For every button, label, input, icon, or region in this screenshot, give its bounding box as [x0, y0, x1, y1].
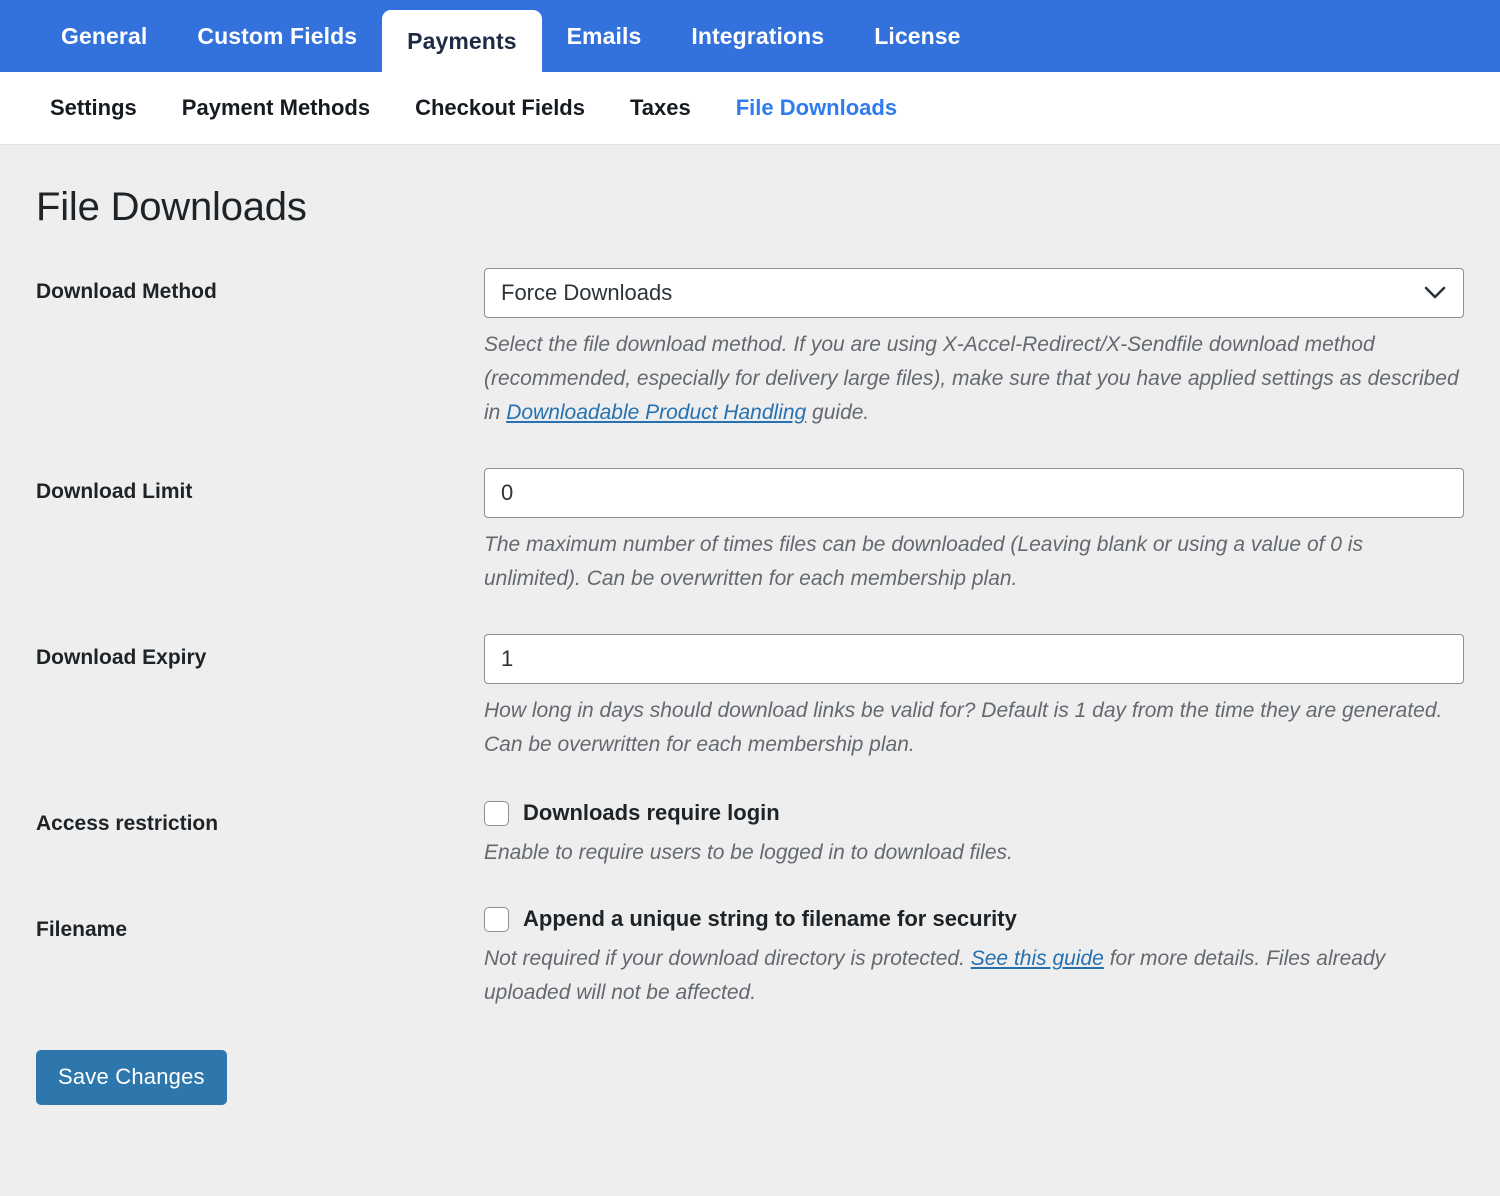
field-cell-download-method: Force Downloads Select the file download… [484, 268, 1464, 468]
link-see-this-guide[interactable]: See this guide [971, 947, 1104, 970]
label-filename: Filename [36, 918, 128, 942]
link-downloadable-product-handling[interactable]: Downloadable Product Handling [506, 401, 806, 424]
secondary-nav-bar: Settings Payment Methods Checkout Fields… [0, 72, 1500, 145]
row-download-expiry: Download Expiry 1 How long in days shoul… [36, 634, 1464, 800]
downloads-require-login-label[interactable]: Downloads require login [523, 800, 780, 826]
desc-filename-part1: Not required if your download directory … [484, 947, 971, 971]
label-cell-download-limit: Download Limit [36, 468, 484, 634]
subnav-item-settings[interactable]: Settings [50, 95, 137, 121]
tab-general[interactable]: General [36, 0, 172, 72]
desc-filename: Not required if your download directory … [484, 942, 1464, 1010]
download-expiry-input[interactable]: 1 [484, 634, 1464, 685]
label-download-method: Download Method [36, 280, 217, 303]
label-access-restriction: Access restriction [36, 812, 219, 836]
desc-download-limit: The maximum number of times files can be… [484, 533, 1363, 591]
label-download-expiry: Download Expiry [36, 646, 207, 670]
desc-download-expiry: How long in days should download links b… [484, 699, 1443, 757]
page-title: File Downloads [36, 185, 307, 229]
label-cell-download-expiry: Download Expiry [36, 634, 484, 800]
subnav-item-file-downloads[interactable]: File Downloads [736, 95, 897, 121]
row-filename: Filename Append a unique string to filen… [36, 906, 1464, 1046]
save-changes-button[interactable]: Save Changes [36, 1050, 227, 1106]
subnav-item-payment-methods[interactable]: Payment Methods [182, 95, 370, 121]
settings-content-area: File Downloads Download Method Force Dow… [0, 145, 1500, 1195]
field-cell-access-restriction: Downloads require login Enable to requir… [484, 800, 1464, 906]
downloads-require-login-row: Downloads require login [484, 800, 1464, 826]
downloads-require-login-checkbox[interactable] [484, 800, 509, 826]
field-cell-filename: Append a unique string to filename for s… [484, 906, 1464, 1046]
tab-emails[interactable]: Emails [542, 0, 667, 72]
desc-download-method-part2: guide. [806, 401, 870, 425]
label-cell-download-method: Download Method [36, 268, 484, 468]
row-download-method: Download Method Force Downloads Select t… [36, 268, 1464, 468]
file-downloads-settings-table: Download Method Force Downloads Select t… [36, 268, 1464, 1046]
desc-access-restriction: Enable to require users to be logged in … [484, 841, 1013, 865]
label-cell-access-restriction: Access restriction [36, 800, 484, 906]
tab-payments[interactable]: Payments [382, 10, 542, 72]
append-unique-string-checkbox[interactable] [484, 906, 509, 932]
tab-license[interactable]: License [849, 0, 985, 72]
append-unique-string-row: Append a unique string to filename for s… [484, 906, 1464, 932]
download-limit-input[interactable]: 0 [484, 468, 1464, 519]
row-download-limit: Download Limit 0 The maximum number of t… [36, 468, 1464, 634]
label-download-limit: Download Limit [36, 480, 193, 504]
subnav-item-checkout-fields[interactable]: Checkout Fields [415, 95, 585, 121]
primary-tab-bar: General Custom Fields Payments Emails In… [0, 0, 1500, 72]
tab-custom-fields[interactable]: Custom Fields [172, 0, 382, 72]
field-cell-download-expiry: 1 How long in days should download links… [484, 634, 1464, 800]
label-cell-filename: Filename [36, 906, 484, 1046]
desc-download-method: Select the file download method. If you … [484, 328, 1464, 430]
subnav-item-taxes[interactable]: Taxes [630, 95, 691, 121]
field-cell-download-limit: 0 The maximum number of times files can … [484, 468, 1464, 634]
row-access-restriction: Access restriction Downloads require log… [36, 800, 1464, 906]
download-method-select-wrap: Force Downloads [484, 268, 1464, 318]
download-method-select[interactable]: Force Downloads [484, 268, 1464, 318]
tab-integrations[interactable]: Integrations [666, 0, 849, 72]
append-unique-string-label[interactable]: Append a unique string to filename for s… [523, 906, 1017, 932]
